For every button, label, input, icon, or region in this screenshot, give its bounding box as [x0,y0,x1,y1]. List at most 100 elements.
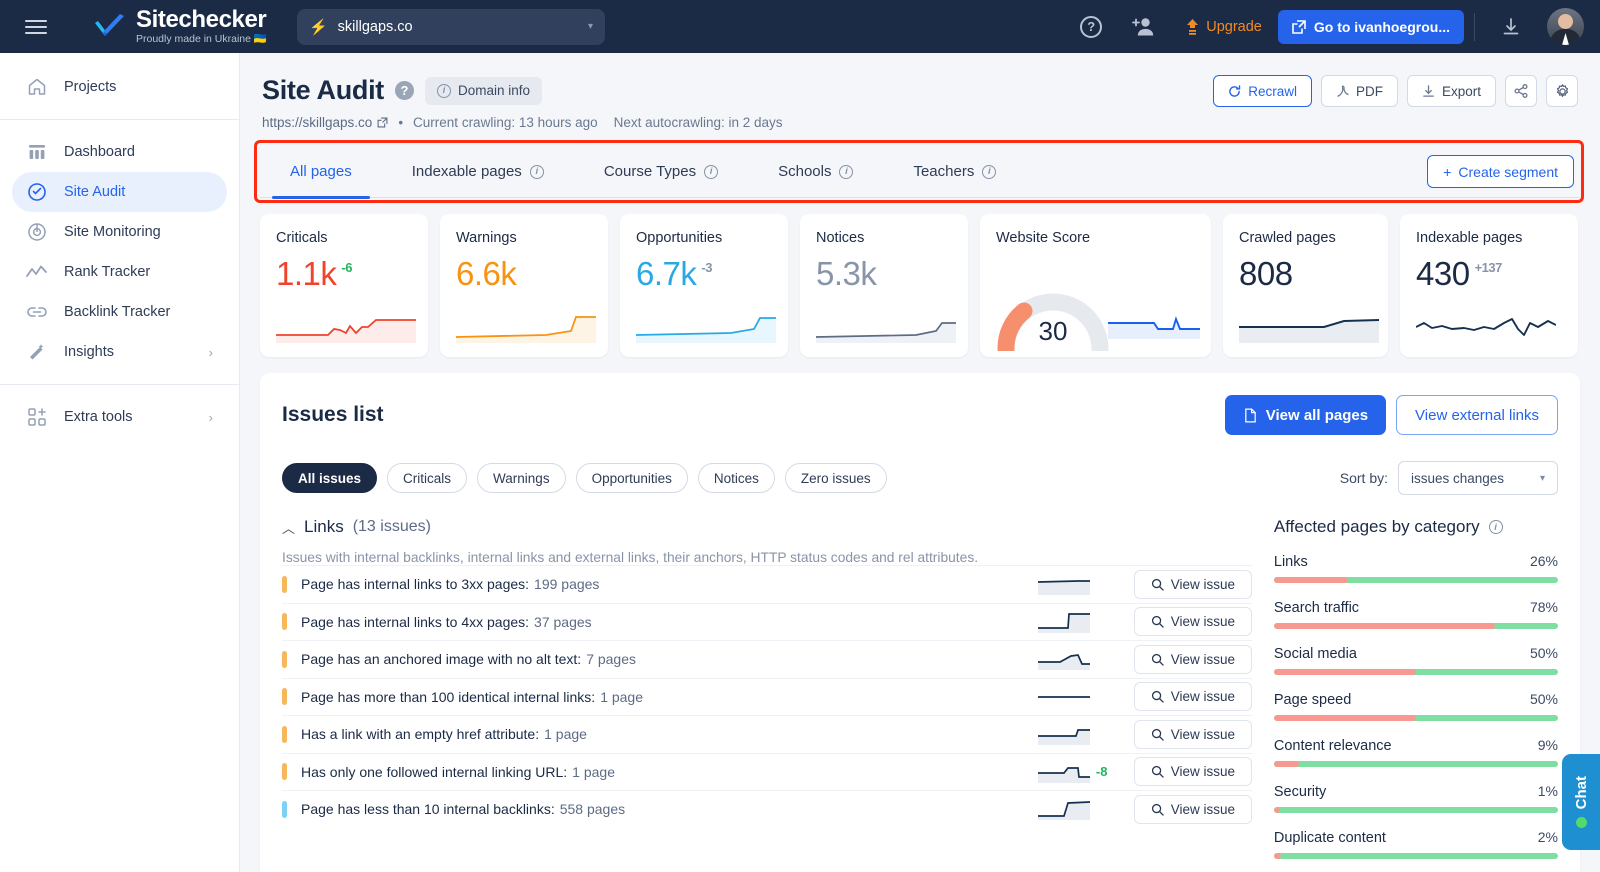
sidebar-item-site-audit[interactable]: Site Audit [12,172,227,212]
upgrade-button[interactable]: Upgrade [1185,18,1262,35]
tab-teachers[interactable]: Teachers i [883,146,1026,198]
tab-course-types[interactable]: Course Types i [574,146,748,198]
user-avatar[interactable] [1547,8,1584,45]
issue-row[interactable]: Page has more than 100 identical interna… [282,677,1252,716]
metric-card-notices[interactable]: Notices 5.3k [800,214,968,357]
filter-warnings[interactable]: Warnings [477,463,566,493]
category-bar-fill [1273,715,1416,721]
issue-row[interactable]: Page has less than 10 internal backlinks… [282,790,1252,828]
view-issue-button[interactable]: View issue [1133,682,1252,712]
sidebar-item-site-monitoring[interactable]: Site Monitoring [12,212,227,252]
go-to-project-button[interactable]: Go to ivanhoegrou... [1277,9,1464,44]
category-line: Page speed 50% [1274,691,1558,708]
info-icon[interactable]: i [1488,520,1503,534]
pdf-button[interactable]: PDF [1320,75,1398,107]
view-issue-button[interactable]: View issue [1133,719,1252,749]
metric-label: Criticals [276,230,328,246]
filter-all-issues[interactable]: All issues [282,463,378,493]
metric-card-opportunities[interactable]: Opportunities 6.7k -3 [620,214,788,357]
issue-row[interactable]: Page has an anchored image with no alt t… [282,640,1252,678]
domain-info-button[interactable]: i Domain info [425,76,543,105]
priority-indicator [282,575,287,593]
issue-row[interactable]: Has only one followed internal linking U… [282,752,1252,791]
download-button[interactable] [1499,15,1523,39]
view-external-links-button[interactable]: View external links [1396,395,1558,435]
view-issue-label: View issue [1170,726,1236,742]
domain-info-label: Domain info [458,83,531,98]
filter-criticals[interactable]: Criticals [387,463,468,493]
issue-group-header[interactable]: ︿ Links (13 issues) [282,517,1252,537]
recrawl-button[interactable]: Recrawl [1213,75,1312,107]
site-url-link[interactable]: https://skillgaps.co [262,115,388,130]
metric-value-row: 5.3k [816,255,952,293]
metric-card-crawled-pages[interactable]: Crawled pages 808 [1223,214,1388,357]
meta-separator: • [398,115,404,130]
export-button[interactable]: Export [1406,75,1496,107]
dashboard-icon [26,143,48,161]
sparkline-crawled-pages [1239,319,1379,343]
sidebar-item-projects[interactable]: Projects [12,67,227,107]
metric-card-warnings[interactable]: Warnings 6.6k [440,214,608,357]
issue-row[interactable]: Page has internal links to 3xx pages: 19… [282,565,1252,603]
sidebar-item-insights[interactable]: Insights › [12,332,227,372]
info-icon: i [437,83,451,98]
share-button[interactable] [1505,75,1537,107]
project-selector[interactable]: ⚡ skillgaps.co ▾ [296,8,605,45]
metric-value: 6.7k [636,255,697,292]
issue-group-count: (13 issues) [352,518,431,535]
category-percent: 50% [1529,691,1558,707]
sidebar-item-extra-tools[interactable]: Extra tools › [12,397,227,437]
download-icon [1503,17,1519,34]
tab-label: Indexable pages [411,163,522,180]
filter-zero-issues[interactable]: Zero issues [784,463,887,493]
issue-row[interactable]: Has a link with an empty href attribute:… [282,715,1252,753]
metric-value: 808 [1239,255,1293,292]
issue-group-name: Links [304,517,344,536]
settings-button[interactable] [1546,75,1578,107]
filter-notices[interactable]: Notices [697,463,775,493]
add-person-icon [1132,17,1154,35]
sort-select[interactable]: issues changes ▾ [1398,461,1558,495]
metric-value: 5.3k [816,255,877,292]
view-issue-button[interactable]: View issue [1133,569,1252,599]
category-line: Duplicate content 2% [1274,829,1558,846]
metric-card-website-score[interactable]: Website Score 30 [980,214,1211,357]
tab-indexable-pages[interactable]: Indexable pages i [382,146,574,198]
metric-card-criticals[interactable]: Criticals 1.1k -6 [260,214,428,357]
help-icon[interactable]: ? [395,81,414,100]
category-percent: 2% [1537,829,1558,845]
view-issue-button[interactable]: View issue [1133,607,1252,637]
invite-user-button[interactable] [1131,15,1155,39]
metric-delta: +137 [1474,260,1503,275]
tab-schools[interactable]: Schools i [748,146,883,198]
sidebar-item-label: Insights [64,344,114,360]
brand-logo[interactable]: Sitechecker Proudly made in Ukraine 🇺🇦 [93,8,267,45]
upgrade-arrow-icon [1187,19,1199,35]
sidebar-item-label: Dashboard [64,144,135,160]
help-button[interactable]: ? [1079,15,1103,39]
metric-value-row: 430 +137 [1416,255,1562,293]
metric-label: Indexable pages [1416,230,1523,246]
hamburger-menu-icon[interactable] [25,16,47,38]
issue-sparkline [1037,654,1090,671]
category-bar-fill [1273,761,1300,767]
question-mark-icon: ? [1080,15,1103,38]
sidebar-item-rank-tracker[interactable]: Rank Tracker [12,252,227,292]
view-issue-button[interactable]: View issue [1133,757,1252,787]
issue-title: Has only one followed internal linking U… [301,763,568,780]
view-all-pages-button[interactable]: View all pages [1224,395,1387,435]
metric-card-indexable-pages[interactable]: Indexable pages 430 +137 [1400,214,1578,357]
view-issue-button[interactable]: View issue [1133,794,1252,824]
view-issue-button[interactable]: View issue [1133,644,1252,674]
create-segment-button[interactable]: + Create segment [1427,155,1574,188]
sidebar-item-backlink-tracker[interactable]: Backlink Tracker [12,292,227,332]
filter-opportunities[interactable]: Opportunities [575,463,688,493]
issue-sparkline [1037,801,1090,821]
tab-all-pages[interactable]: All pages [260,146,382,199]
chat-widget-button[interactable]: Chat [1562,754,1600,850]
issue-count: 7 pages [586,651,637,668]
sidebar-item-dashboard[interactable]: Dashboard [12,132,227,172]
issue-row[interactable]: Page has internal links to 4xx pages: 37… [282,602,1252,641]
tab-label: All pages [290,163,352,180]
filter-label: Warnings [493,470,550,486]
